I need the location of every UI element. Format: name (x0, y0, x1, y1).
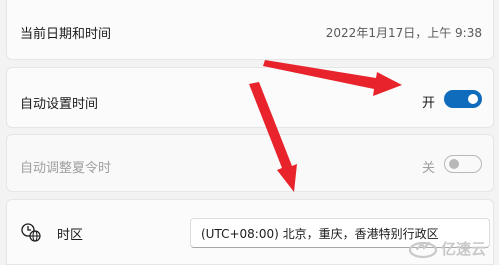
auto-set-time-label: 自动设置时间 (20, 97, 99, 112)
timezone-select-value: (UTC+08:00) 北京，重庆，香港特别行政区 (201, 227, 439, 241)
auto-set-time-row[interactable]: 自动设置时间 开 (6, 67, 494, 128)
auto-dst-toggle (444, 155, 482, 173)
clock-globe-icon (21, 223, 41, 242)
watermark-text: 亿速云 (441, 240, 487, 258)
watermark: 亿速云 (407, 235, 491, 261)
auto-set-time-state: 开 (421, 96, 435, 111)
cloud-logo-icon (408, 241, 438, 259)
toggle-knob (449, 159, 459, 169)
current-date-time-row: 当前日期和时间 2022年1月17日，上午 9:38 (6, 0, 494, 60)
auto-dst-row: 自动调整夏令时 关 (6, 134, 494, 192)
current-date-time-value: 2022年1月17日，上午 9:38 (325, 26, 482, 40)
toggle-knob (468, 94, 478, 104)
timezone-label: 时区 (57, 228, 84, 243)
auto-dst-state: 关 (421, 161, 435, 176)
auto-set-time-toggle[interactable] (444, 90, 482, 108)
auto-dst-label: 自动调整夏令时 (20, 161, 112, 176)
current-date-time-label: 当前日期和时间 (20, 27, 112, 42)
